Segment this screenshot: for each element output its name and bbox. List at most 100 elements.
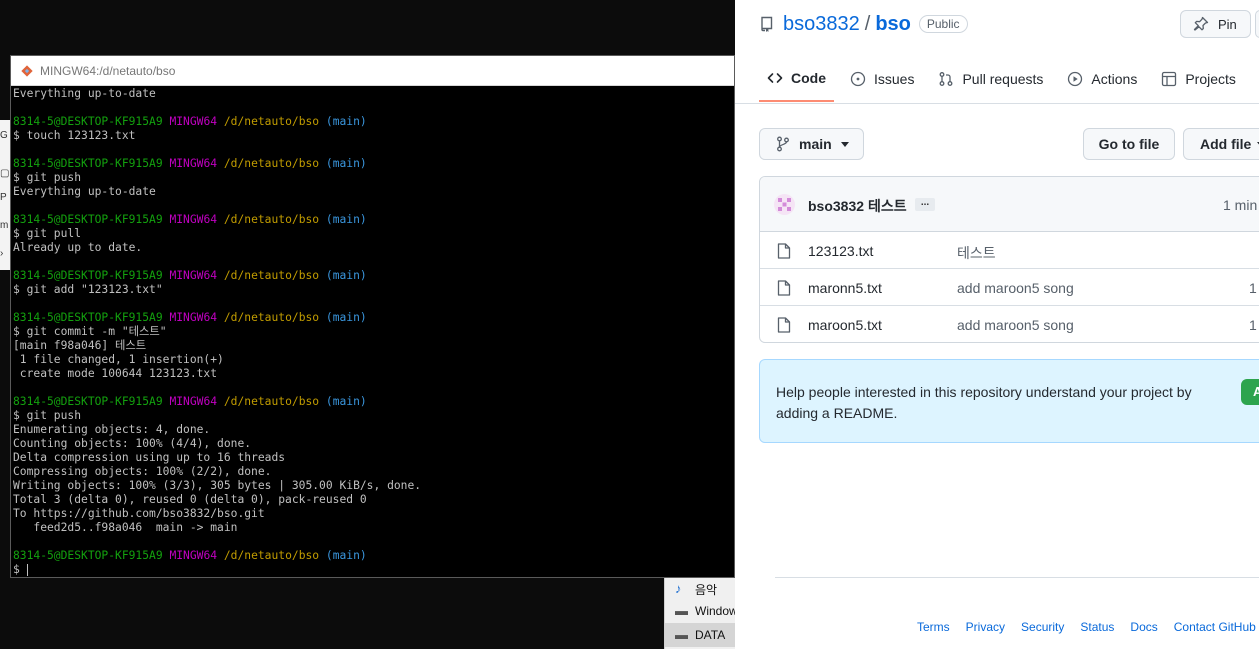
prompt-path: /d/netauto/bso [223, 157, 320, 170]
file-name-link[interactable]: maroon5.txt [808, 317, 882, 333]
prompt-path: /d/netauto/bso [223, 549, 320, 562]
repo-path-separator: / [864, 12, 871, 35]
prompt-branch: (main) [325, 269, 367, 282]
pull-request-icon [940, 72, 953, 86]
tabs-divider [735, 103, 1259, 104]
terminal-output-line: Compressing objects: 100% (2/2), done. [13, 465, 272, 478]
footer-link-security[interactable]: Security [1021, 620, 1064, 634]
terminal-input-prompt: $ [13, 563, 27, 576]
prompt-path: /d/netauto/bso [223, 213, 320, 226]
file-row[interactable]: 123123.txt 테스트 [760, 232, 1259, 269]
tab-code[interactable]: Code [759, 56, 834, 102]
footer-link-contact[interactable]: Contact GitHub [1174, 620, 1256, 634]
prompt-user: 8314-5@DESKTOP-KF915A9 [13, 213, 163, 226]
file-commit-message[interactable]: add maroon5 song [957, 280, 1074, 296]
text-cursor [26, 564, 28, 576]
repo-owner-link[interactable]: bso3832 [783, 13, 860, 36]
explorer-item-windows[interactable]: ▬ Windows [665, 599, 744, 623]
terminal-output-line: Everything up-to-date [13, 87, 156, 100]
code-icon [767, 73, 783, 83]
caret-down-icon [840, 141, 849, 147]
footer-divider [775, 577, 1259, 578]
explorer-item-music[interactable]: ♪ 음악 [665, 577, 736, 601]
terminal-output[interactable]: Everything up-to-date 8314-5@DESKTOP-KF9… [11, 86, 734, 577]
play-icon [1068, 71, 1083, 87]
file-row[interactable]: maroon5.txt add maroon5 song 1 [760, 306, 1259, 342]
explorer-item-data[interactable]: ▬ DATA [665, 623, 736, 647]
avatar[interactable] [774, 194, 795, 215]
branch-name: main [799, 136, 832, 152]
add-file-button[interactable]: Add file [1183, 128, 1259, 160]
commit-time[interactable]: 1 min [1223, 197, 1257, 213]
prompt-user: 8314-5@DESKTOP-KF915A9 [13, 269, 163, 282]
terminal-output-line: feed2d5..f98a046 main -> main [13, 521, 238, 534]
prompt-host: MINGW64 [169, 269, 218, 282]
prompt-user: 8314-5@DESKTOP-KF915A9 [13, 311, 163, 324]
watch-button-partial[interactable] [1255, 10, 1259, 38]
repo-name-link[interactable]: bso [875, 13, 911, 36]
prompt-path: /d/netauto/bso [223, 311, 320, 324]
tab-pull-requests[interactable]: Pull requests [930, 56, 1051, 102]
file-commit-message[interactable]: add maroon5 song [957, 317, 1074, 333]
terminal-prompt-line: 8314-5@DESKTOP-KF915A9 MINGW64 /d/netaut… [13, 115, 734, 129]
file-name-link[interactable]: maronn5.txt [808, 280, 882, 296]
branch-icon [777, 136, 789, 152]
terminal-command-line: $ touch 123123.txt [13, 129, 136, 142]
prompt-branch: (main) [325, 115, 367, 128]
add-readme-button[interactable]: A [1241, 379, 1259, 405]
terminal-command-line: $ git add "123123.txt" [13, 283, 163, 296]
prompt-host: MINGW64 [169, 395, 218, 408]
prompt-user: 8314-5@DESKTOP-KF915A9 [13, 395, 163, 408]
prompt-user: 8314-5@DESKTOP-KF915A9 [13, 115, 163, 128]
issue-icon [850, 71, 866, 87]
tab-actions[interactable]: Actions [1059, 56, 1145, 102]
tab-projects[interactable]: Projects [1153, 56, 1244, 102]
terminal-titlebar[interactable]: MINGW64:/d/netauto/bso [11, 56, 734, 86]
terminal-output-line: Delta compression using up to 16 threads [13, 451, 286, 464]
readme-prompt-text: Help people interested in this repositor… [776, 384, 1192, 421]
footer-link-privacy[interactable]: Privacy [966, 620, 1005, 634]
terminal-output-line: Already up to date. [13, 241, 143, 254]
terminal-command-line: $ git pull [13, 227, 82, 240]
footer-link-docs[interactable]: Docs [1130, 620, 1157, 634]
terminal-output-line: create mode 100644 123123.txt [13, 367, 218, 380]
terminal-prompt-line: 8314-5@DESKTOP-KF915A9 MINGW64 /d/netaut… [13, 395, 734, 409]
browser-viewport: bso3832 / bso Public Pin Code Issues Pul… [735, 0, 1259, 649]
terminal-command-line: $ git commit -m "테스트" [13, 325, 167, 338]
drive-icon: ▬ [675, 603, 688, 618]
prompt-branch: (main) [325, 549, 367, 562]
terminal-window[interactable]: MINGW64:/d/netauto/bso Everything up-to-… [10, 55, 735, 578]
pin-button[interactable]: Pin [1180, 10, 1251, 38]
terminal-output-line: To https://github.com/bso3832/bso.git [13, 507, 265, 520]
terminal-input-line[interactable]: $ [13, 563, 734, 577]
terminal-output-line: 1 file changed, 1 insertion(+) [13, 353, 224, 366]
footer-link-status[interactable]: Status [1080, 620, 1114, 634]
repo-header: bso3832 / bso Public [759, 12, 968, 36]
prompt-host: MINGW64 [169, 115, 218, 128]
file-row[interactable]: maronn5.txt add maroon5 song 1 [760, 269, 1259, 306]
pin-icon [1193, 16, 1209, 31]
prompt-host: MINGW64 [169, 213, 218, 226]
terminal-prompt-line: 8314-5@DESKTOP-KF915A9 MINGW64 /d/netaut… [13, 213, 734, 227]
terminal-title: MINGW64:/d/netauto/bso [40, 63, 176, 78]
git-bash-icon [21, 64, 33, 77]
commit-expand-button[interactable]: ... [915, 198, 935, 211]
footer-link-terms[interactable]: Terms [917, 620, 950, 634]
file-name-link[interactable]: 123123.txt [808, 243, 873, 259]
branch-select-button[interactable]: main [759, 128, 864, 160]
commit-summary[interactable]: bso3832 테스트 [808, 196, 907, 216]
prompt-path: /d/netauto/bso [223, 115, 320, 128]
prompt-user: 8314-5@DESKTOP-KF915A9 [13, 157, 163, 170]
prompt-branch: (main) [325, 395, 367, 408]
terminal-prompt-line: 8314-5@DESKTOP-KF915A9 MINGW64 /d/netaut… [13, 157, 734, 171]
terminal-prompt-line: 8314-5@DESKTOP-KF915A9 MINGW64 /d/netaut… [13, 549, 734, 563]
tab-issues[interactable]: Issues [842, 56, 922, 102]
file-icon [777, 317, 791, 333]
prompt-host: MINGW64 [169, 157, 218, 170]
file-commit-message[interactable]: 테스트 [957, 243, 996, 263]
go-to-file-button[interactable]: Go to file [1083, 128, 1175, 160]
